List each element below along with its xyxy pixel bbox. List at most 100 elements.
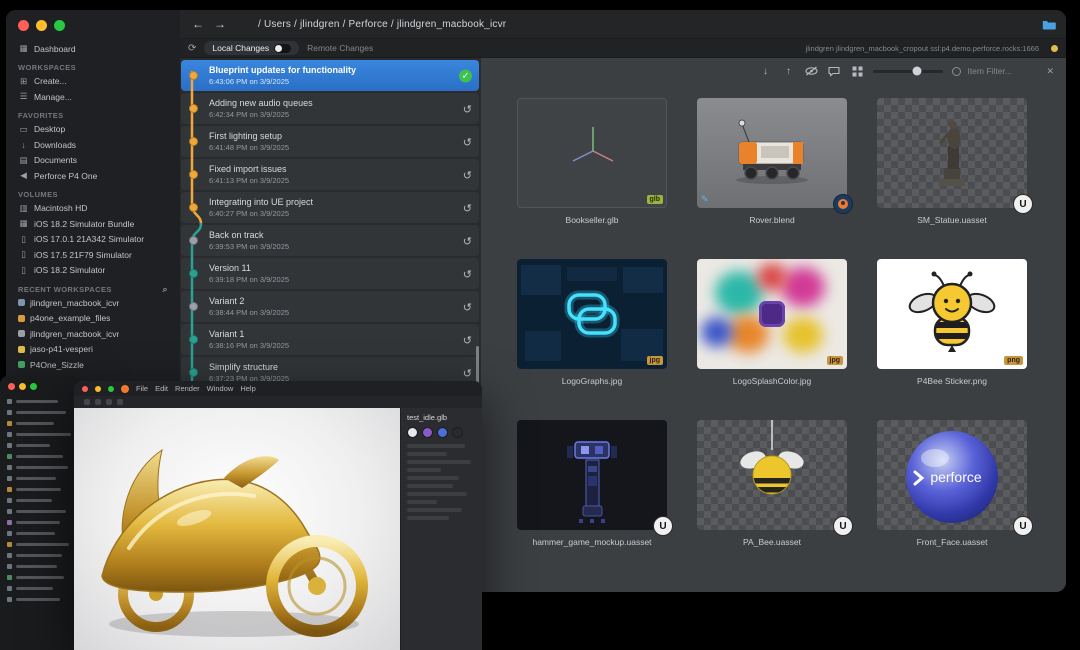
close-window-button[interactable]: [82, 386, 88, 392]
thumbnail-bookseller[interactable]: glb: [517, 98, 667, 208]
commit-status-icon[interactable]: [463, 133, 472, 151]
property-row[interactable]: [407, 468, 441, 472]
local-changes-toggle-group[interactable]: Local Changes: [204, 41, 299, 55]
sidebar-item[interactable]: FAVORITES: [13, 110, 173, 122]
menu-item[interactable]: Window: [207, 384, 234, 393]
file-tree-row[interactable]: [0, 594, 80, 605]
changes-toggle-switch[interactable]: [274, 44, 291, 53]
file-tree-row[interactable]: [0, 528, 80, 539]
slider-knob[interactable]: [912, 67, 921, 76]
property-row[interactable]: [407, 452, 447, 456]
asset-card[interactable]: glb Bookseller.glb: [517, 98, 667, 227]
zoom-window-button[interactable]: [30, 383, 37, 390]
sidebar-item[interactable]: ▭ Desktop: [13, 122, 173, 138]
close-filter-button[interactable]: ✕: [1046, 66, 1054, 77]
sidebar-item[interactable]: ▤ Documents: [13, 153, 173, 169]
property-row[interactable]: [407, 460, 471, 464]
sidebar-item[interactable]: ▦ iOS 18.2 Simulator Bundle: [13, 216, 173, 232]
commit-status-icon[interactable]: [463, 199, 472, 217]
commit-status-icon[interactable]: [463, 100, 472, 118]
commit-status-icon[interactable]: [463, 232, 472, 250]
close-window-button[interactable]: [8, 383, 15, 390]
commit-status-icon[interactable]: [463, 331, 472, 349]
file-tree-row[interactable]: [0, 517, 80, 528]
grid-view-icon[interactable]: [850, 66, 864, 77]
material-swatch[interactable]: [422, 427, 433, 438]
property-row[interactable]: [407, 492, 467, 496]
menu-item[interactable]: Help: [240, 384, 255, 393]
close-window-button[interactable]: [18, 20, 29, 31]
tool-icon[interactable]: [106, 399, 112, 405]
commit-row[interactable]: Version 11 6:39:18 PM on 3/9/2025: [181, 258, 479, 289]
zoom-window-button[interactable]: [108, 386, 114, 392]
tool-icon[interactable]: [95, 399, 101, 405]
menu-item[interactable]: File: [136, 384, 148, 393]
blender-3d-viewport[interactable]: [74, 408, 400, 650]
commit-status-icon[interactable]: [463, 265, 472, 283]
thumbnail-hammer-mockup[interactable]: [517, 420, 667, 530]
property-row[interactable]: [407, 484, 453, 488]
zoom-window-button[interactable]: [54, 20, 65, 31]
asset-card[interactable]: jpg LogoSplashColor.jpg: [697, 259, 847, 388]
minimize-window-button[interactable]: [95, 386, 101, 392]
search-icon[interactable]: ⌕: [163, 284, 168, 295]
sidebar-item[interactable]: ▯ iOS 17.5 21F79 Simulator: [13, 247, 173, 263]
minimize-window-button[interactable]: [36, 20, 47, 31]
tool-icon[interactable]: [117, 399, 123, 405]
file-tree-row[interactable]: [0, 440, 80, 451]
sidebar-item[interactable]: ◀ Perforce P4 One: [13, 168, 173, 184]
thumbnail-p4bee[interactable]: png: [877, 259, 1027, 369]
asset-card[interactable]: hammer_game_mockup.uasset: [517, 420, 667, 549]
file-tree-row[interactable]: [0, 396, 80, 407]
file-tree-row[interactable]: [0, 572, 80, 583]
property-row[interactable]: [407, 516, 449, 520]
commit-status-icon[interactable]: [463, 166, 472, 184]
material-swatch[interactable]: [407, 427, 418, 438]
commit-status-icon[interactable]: [463, 298, 472, 316]
sidebar-item[interactable]: VOLUMES: [13, 189, 173, 201]
sidebar-item[interactable]: jlindgren_macbook_icvr: [13, 326, 173, 342]
sidebar-item[interactable]: P4One_Sizzle: [13, 357, 173, 373]
commit-row[interactable]: Fixed import issues 6:41:13 PM on 3/9/20…: [181, 159, 479, 190]
back-button[interactable]: ←: [190, 17, 206, 31]
commit-row[interactable]: Blueprint updates for functionality 6:43…: [181, 60, 479, 91]
file-tree-row[interactable]: [0, 495, 80, 506]
file-tree-row[interactable]: [0, 462, 80, 473]
asset-card[interactable]: jpg LogoGraphs.jpg: [517, 259, 667, 388]
sidebar-item[interactable]: p4one_example_files: [13, 311, 173, 327]
thumbnail-size-slider[interactable]: [873, 70, 943, 73]
commit-row[interactable]: Adding new audio queues 6:42:34 PM on 3/…: [181, 93, 479, 124]
asset-card[interactable]: png P4Bee Sticker.png: [877, 259, 1027, 388]
menu-item[interactable]: Edit: [155, 384, 168, 393]
minimize-window-button[interactable]: [19, 383, 26, 390]
sidebar-item[interactable]: jaso-p41-vesperi: [13, 342, 173, 358]
sidebar-item[interactable]: ▯ iOS 18.2 Simulator: [13, 263, 173, 279]
file-tree-row[interactable]: [0, 561, 80, 572]
thumbnail-logosplash[interactable]: jpg: [697, 259, 847, 369]
asset-card[interactable]: SM_Statue.uasset: [877, 98, 1027, 227]
sidebar-item[interactable]: ☰ Manage...: [13, 89, 173, 105]
asset-card[interactable]: PA_Bee.uasset: [697, 420, 847, 549]
hide-preview-icon[interactable]: [804, 66, 818, 76]
commit-row[interactable]: First lighting setup 6:41:48 PM on 3/9/2…: [181, 126, 479, 157]
file-tree-row[interactable]: [0, 407, 80, 418]
file-tree-row[interactable]: [0, 583, 80, 594]
thumbnail-pa-bee[interactable]: [697, 420, 847, 530]
property-row[interactable]: [407, 476, 459, 480]
item-filter-input[interactable]: [965, 65, 1037, 77]
thumbnail-front-face[interactable]: perforce: [877, 420, 1027, 530]
file-tree-row[interactable]: [0, 484, 80, 495]
sidebar-item[interactable]: ⊞ Create...: [13, 74, 173, 90]
download-icon[interactable]: ↓: [758, 66, 772, 77]
material-swatch[interactable]: [452, 427, 463, 438]
sidebar-item[interactable]: ↓ Downloads: [13, 137, 173, 153]
thumbnail-logographs[interactable]: jpg: [517, 259, 667, 369]
asset-card[interactable]: ✎ Rover.blend: [697, 98, 847, 227]
forward-button[interactable]: →: [212, 17, 228, 31]
commit-row[interactable]: Variant 1 6:38:16 PM on 3/9/2025: [181, 324, 479, 355]
asset-card[interactable]: perforce Front_Face.uasset: [877, 420, 1027, 549]
property-row[interactable]: [407, 500, 437, 504]
property-row[interactable]: [407, 444, 465, 448]
refresh-icon[interactable]: ⟳: [188, 43, 196, 54]
remote-changes-label[interactable]: Remote Changes: [307, 43, 373, 53]
